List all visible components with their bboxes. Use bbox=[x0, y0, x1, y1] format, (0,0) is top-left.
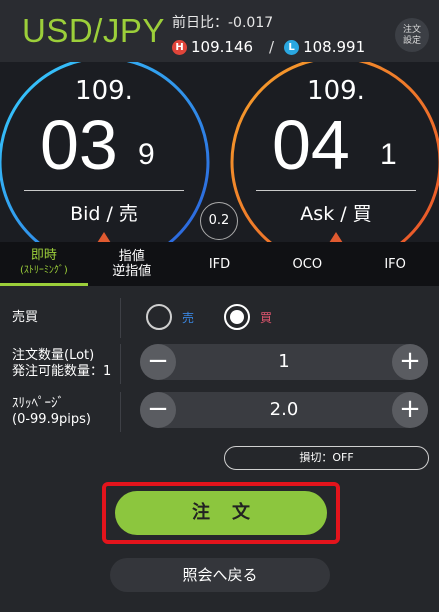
bid-rate-button[interactable]: 109. 03 9 Bid / 売 bbox=[14, 76, 194, 242]
tab-sublabel: (ｽﾄﾘｰﾐﾝｸﾞ) bbox=[19, 264, 68, 276]
back-to-inquiry-button[interactable]: 照会へ戻る bbox=[110, 558, 330, 592]
spread-badge: 0.2 bbox=[200, 202, 238, 240]
high-value: 109.146 bbox=[191, 38, 254, 56]
quantity-plus-button[interactable]: + bbox=[392, 344, 428, 380]
bid-divider bbox=[24, 190, 184, 191]
slippage-stepper: − 2.0 + bbox=[140, 392, 428, 428]
tab-ifo[interactable]: IFO bbox=[351, 242, 439, 286]
bid-prefix: 109. bbox=[75, 76, 133, 106]
tab-label: 即時 bbox=[30, 247, 57, 263]
ask-pips: 04 bbox=[272, 106, 350, 184]
currency-pair[interactable]: USD/JPY bbox=[22, 12, 165, 50]
ask-fraction: 1 bbox=[380, 138, 397, 171]
quantity-label: 注文数量(Lot) 発注可能数量：1 bbox=[12, 348, 111, 380]
bid-up-arrow-icon bbox=[97, 232, 111, 242]
high-low-separator: / bbox=[269, 38, 275, 56]
low-badge-icon: L bbox=[284, 39, 300, 55]
order-button[interactable]: 注文 bbox=[115, 491, 327, 535]
slippage-row: ｽﾘｯﾍﾟｰｼﾞ (0-99.9pips) − 2.0 + bbox=[0, 390, 439, 434]
slippage-value[interactable]: 2.0 bbox=[176, 392, 392, 428]
rate-panel: 109. 03 9 Bid / 売 109. 04 1 Ask / 買 0.2 bbox=[0, 62, 439, 242]
prev-day-label: 前日比： bbox=[172, 15, 228, 31]
high-low-row: H 109.146 / L 108.991 bbox=[172, 38, 365, 56]
quantity-stepper: − 1 + bbox=[140, 344, 428, 380]
slippage-label: ｽﾘｯﾍﾟｰｼﾞ (0-99.9pips) bbox=[12, 396, 91, 428]
tab-label: OCO bbox=[292, 256, 323, 272]
sell-radio-label: 売 bbox=[182, 310, 195, 325]
row-divider bbox=[120, 392, 121, 432]
tab-label: IFD bbox=[208, 256, 231, 272]
quantity-value[interactable]: 1 bbox=[176, 344, 392, 380]
quantity-label-line1: 注文数量(Lot) bbox=[12, 348, 95, 363]
tab-label: IFO bbox=[384, 256, 406, 272]
tab-streaming[interactable]: 即時 (ｽﾄﾘｰﾐﾝｸﾞ) bbox=[0, 242, 88, 286]
ask-divider bbox=[256, 190, 416, 191]
buy-radio-label: 買 bbox=[260, 310, 273, 325]
prev-day-value: -0.017 bbox=[228, 15, 274, 31]
order-settings-line2: 設定 bbox=[402, 36, 421, 46]
sell-radio[interactable]: 売 bbox=[146, 304, 194, 330]
bid-main: 03 9 bbox=[14, 106, 194, 184]
order-highlight-box: 注文 bbox=[102, 482, 340, 544]
buy-radio[interactable]: 買 bbox=[224, 304, 272, 330]
slippage-label-line2: (0-99.9pips) bbox=[12, 412, 91, 427]
tab-oco[interactable]: OCO bbox=[263, 242, 351, 286]
high-badge-icon: H bbox=[172, 39, 187, 55]
tab-label: 指値 bbox=[118, 249, 145, 264]
ask-rate-button[interactable]: 109. 04 1 Ask / 買 bbox=[246, 76, 426, 242]
ask-prefix: 109. bbox=[307, 76, 365, 106]
side-row: 売買 売 買 bbox=[0, 298, 439, 338]
tab-sublabel: 逆指値 bbox=[112, 264, 152, 279]
quantity-minus-button[interactable]: − bbox=[140, 344, 176, 380]
tab-limit-stop[interactable]: 指値 逆指値 bbox=[88, 242, 176, 286]
order-form: 売買 売 買 注文数量(Lot) 発注可能数量：1 − 1 + ｽﾘｯﾍﾟｰｼﾞ… bbox=[0, 286, 439, 612]
row-divider bbox=[120, 344, 121, 384]
sell-radio-circle bbox=[146, 304, 172, 330]
slippage-minus-button[interactable]: − bbox=[140, 392, 176, 428]
bid-fraction: 9 bbox=[138, 138, 155, 171]
order-type-tabs: 即時 (ｽﾄﾘｰﾐﾝｸﾞ) 指値 逆指値 IFD OCO IFO bbox=[0, 242, 439, 286]
ask-label: Ask / 買 bbox=[300, 203, 372, 225]
slippage-label-line1: ｽﾘｯﾍﾟｰｼﾞ bbox=[12, 396, 64, 411]
row-divider bbox=[120, 298, 121, 338]
bid-label: Bid / 売 bbox=[70, 203, 138, 225]
header: USD/JPY 前日比：-0.017 H 109.146 / L 108.991… bbox=[0, 0, 439, 62]
buy-radio-circle bbox=[224, 304, 250, 330]
slippage-plus-button[interactable]: + bbox=[392, 392, 428, 428]
tab-ifd[interactable]: IFD bbox=[176, 242, 264, 286]
stoploss-toggle-button[interactable]: 損切：OFF bbox=[224, 446, 429, 470]
quantity-label-line2: 発注可能数量：1 bbox=[12, 364, 112, 379]
ask-main: 04 1 bbox=[246, 106, 426, 184]
side-label: 売買 bbox=[12, 310, 39, 325]
quantity-row: 注文数量(Lot) 発注可能数量：1 − 1 + bbox=[0, 342, 439, 386]
order-settings-line1: 注文 bbox=[402, 25, 421, 35]
low-value: 108.991 bbox=[303, 38, 366, 56]
order-settings-button[interactable]: 注文 設定 bbox=[395, 18, 429, 52]
ask-up-arrow-icon bbox=[329, 232, 343, 242]
prev-day-change: 前日比：-0.017 bbox=[172, 12, 273, 32]
bid-pips: 03 bbox=[40, 106, 118, 184]
